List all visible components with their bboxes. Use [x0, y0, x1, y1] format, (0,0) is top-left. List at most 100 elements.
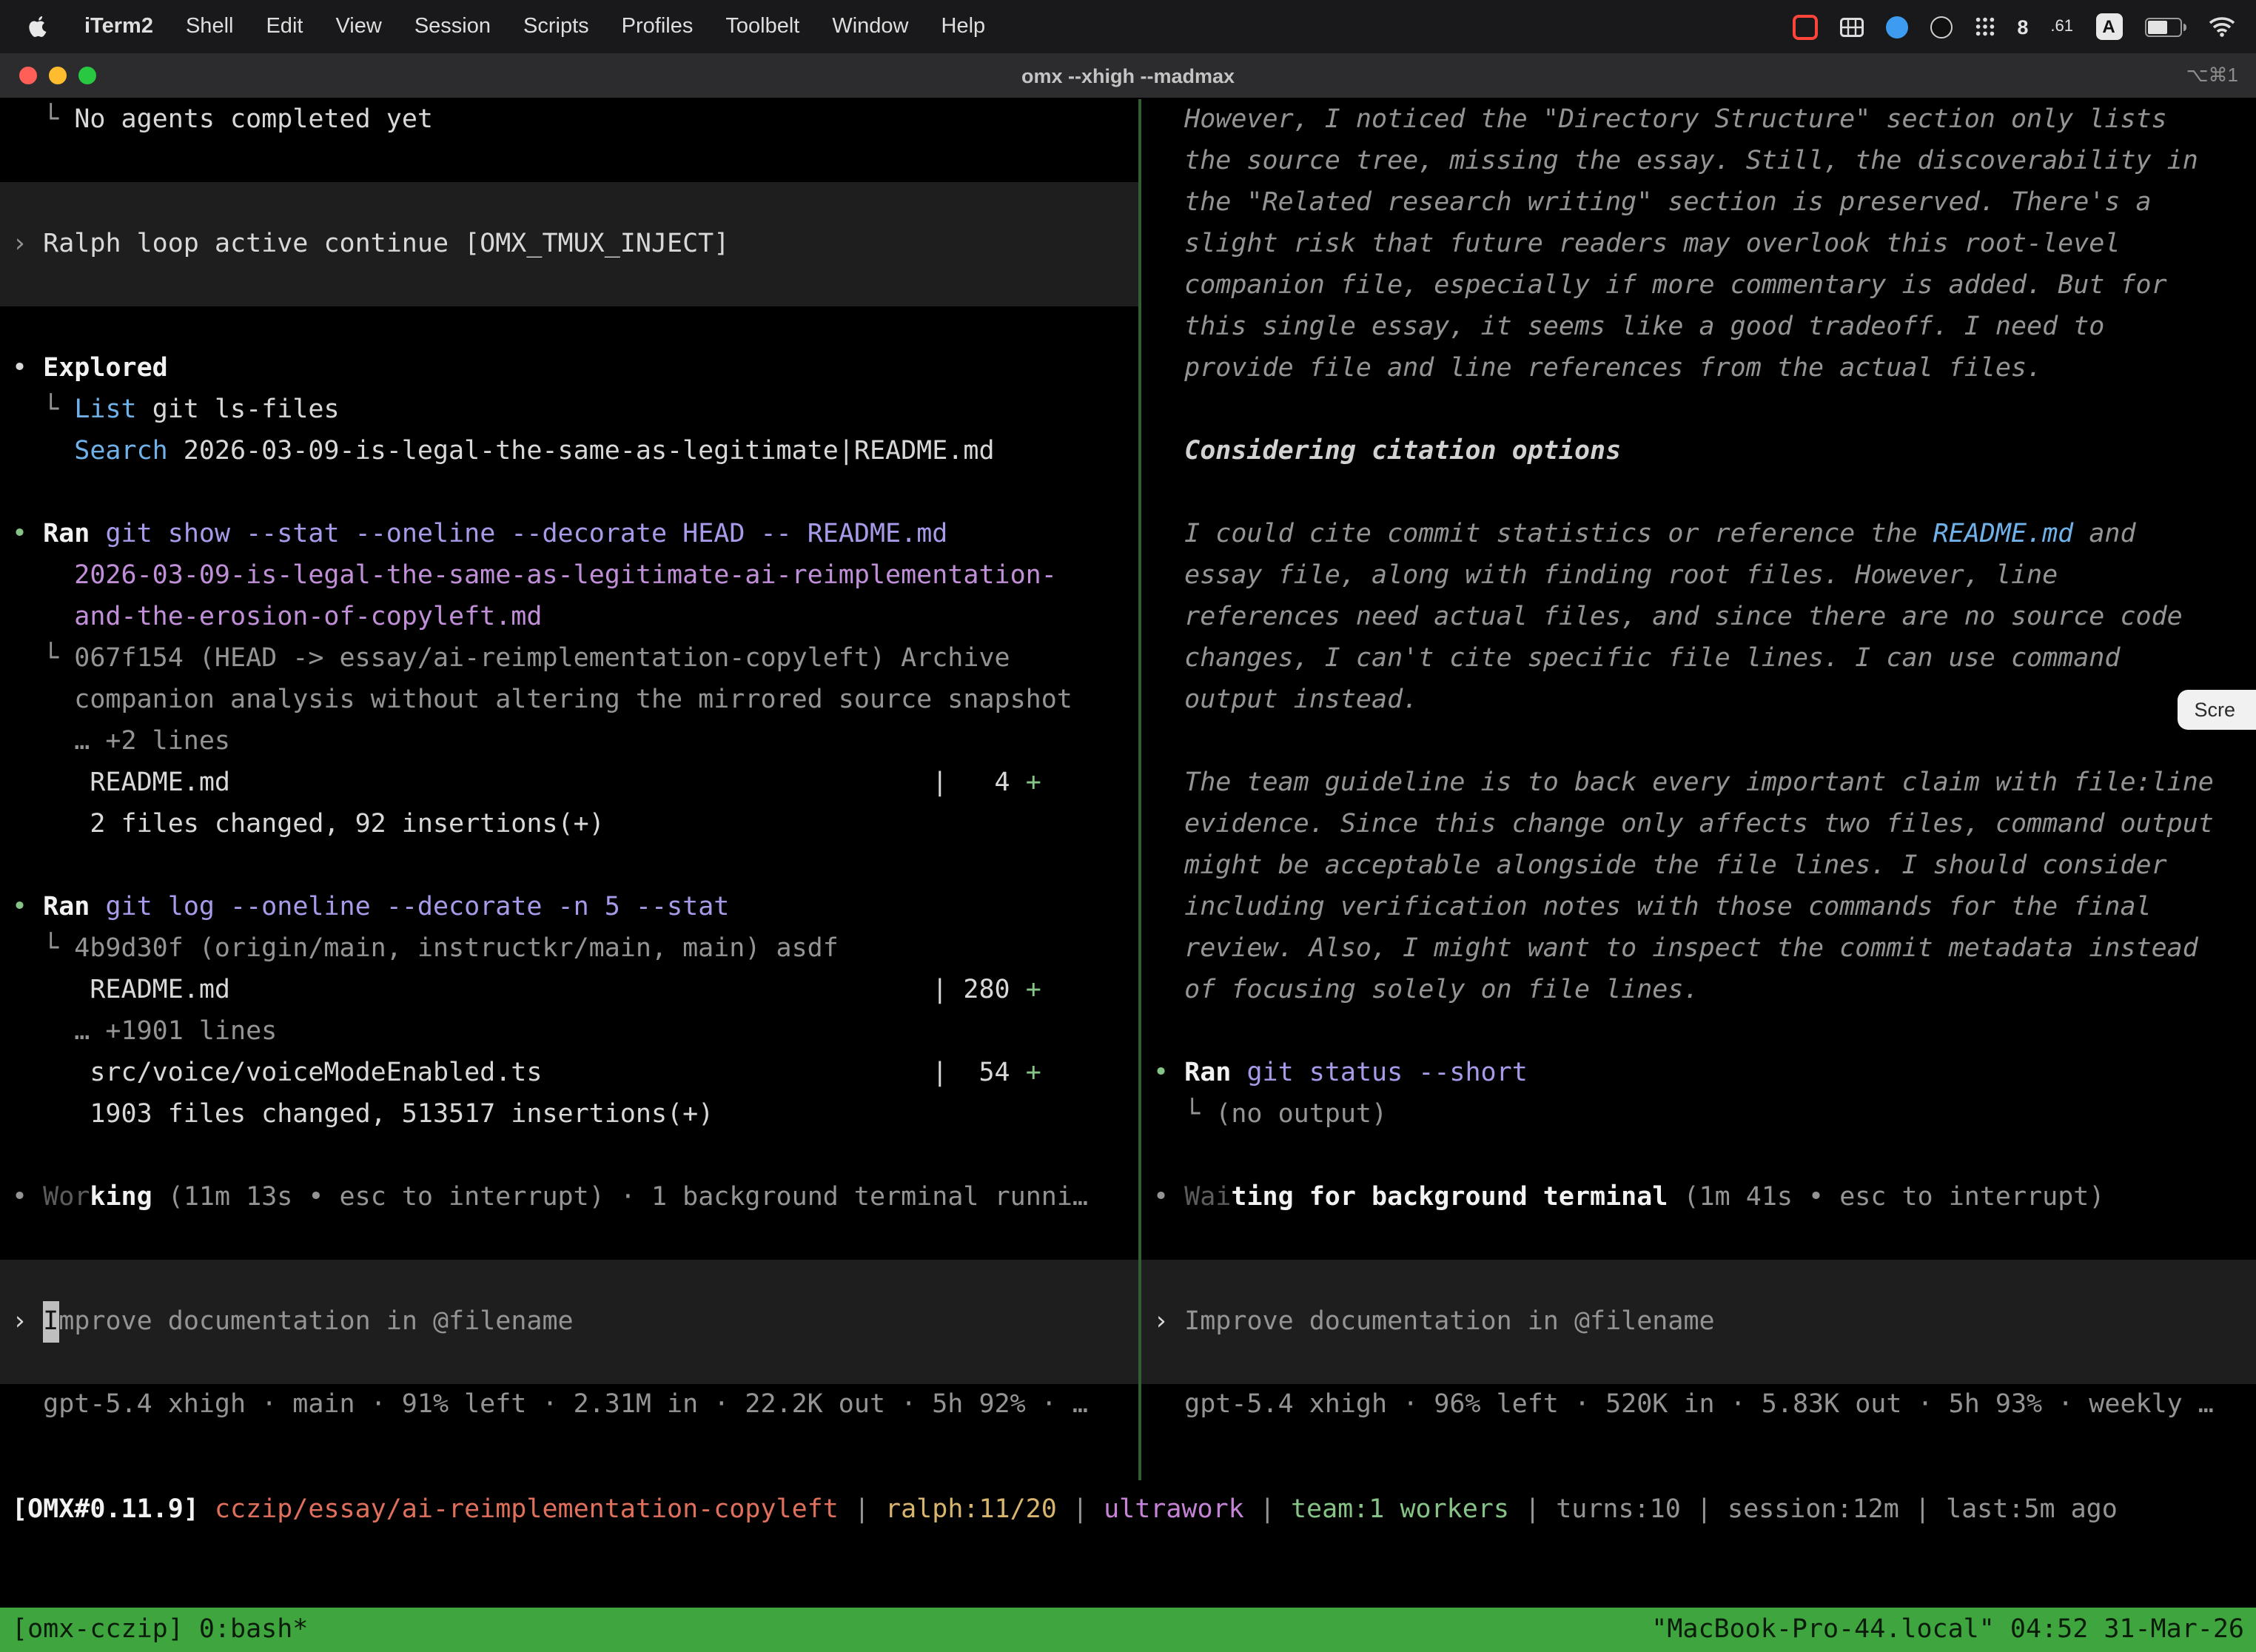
text-segment: Wor [43, 1183, 90, 1212]
omx-status-line: [OMX#0.11.9] cczip/essay/ai-reimplementa… [0, 1489, 2256, 1531]
text-segment: Considering citation options [1153, 437, 1621, 466]
terminal-pane-right[interactable]: However, I noticed the "Directory Struct… [1141, 99, 2256, 1480]
text-segment: Ran [43, 520, 105, 549]
text-segment: turns:10 [1556, 1495, 1681, 1525]
menu-shell[interactable]: Shell [169, 15, 250, 38]
app-grid-icon[interactable] [1974, 16, 1995, 37]
text-segment: Ran [43, 893, 105, 922]
session-status-line: gpt-5.4 xhigh · 96% left · 520K in · 5.8… [1141, 1384, 2256, 1426]
terminal-line: └ 067f154 (HEAD -> essay/ai-reimplementa… [0, 638, 1138, 679]
input-source-icon[interactable]: A [2095, 13, 2122, 40]
blank-line [1141, 472, 2256, 514]
text-segment: gpt-5.4 xhigh · main · 91% left · 2.31M … [12, 1390, 1088, 1420]
window-shortcut-hint: ⌥⌘1 [2186, 64, 2238, 87]
menubar-status-items: 8 .61 A [1792, 13, 2235, 40]
text-segment: [OMX#0.11.9] [12, 1495, 215, 1525]
text-segment: └ [12, 105, 74, 135]
wifi-icon[interactable] [2209, 16, 2235, 37]
text-segment: 2 files changed, 92 insertions(+) [12, 810, 605, 839]
zoom-button[interactable] [78, 67, 96, 84]
text-segment: gpt-5.4 xhigh · 96% left · 520K in · 5.8… [1153, 1390, 2214, 1420]
text-segment: README.md [1933, 520, 2074, 549]
menu-iterm2[interactable]: iTerm2 [68, 15, 169, 38]
text-segment: • [12, 893, 43, 922]
close-button[interactable] [19, 67, 37, 84]
blank-line [1141, 1011, 2256, 1052]
text-segment: No agents completed yet [74, 105, 433, 135]
terminal-line: references need actual files, and since … [1141, 597, 2256, 638]
text-segment: | [1509, 1495, 1556, 1525]
text-segment: + [1026, 1058, 1041, 1088]
tmux-session-label: [omx-cczip] 0:bash* [12, 1615, 308, 1645]
prompt-input[interactable]: › Improve documentation in @filename [0, 1260, 1138, 1384]
text-segment: src/voice/voiceModeEnabled.ts | 54 [12, 1058, 1026, 1088]
text-segment: session:12m [1728, 1495, 1899, 1525]
text-segment: Ran [1184, 1058, 1246, 1088]
injected-message[interactable]: › Ralph loop active continue [OMX_TMUX_I… [0, 182, 1138, 306]
terminal-area: └ No agents completed yet › Ralph loop ac… [0, 99, 2256, 1480]
text-segment: | [1899, 1495, 1946, 1525]
menu-scripts[interactable]: Scripts [507, 15, 605, 38]
recording-indicator-icon[interactable] [1792, 14, 1817, 39]
terminal-pane-left[interactable]: └ No agents completed yet › Ralph loop ac… [0, 99, 1138, 1480]
terminal-line: of focusing solely on file lines. [1141, 970, 2256, 1011]
menu-toolbelt[interactable]: Toolbelt [709, 15, 816, 38]
explored-header: • Explored [0, 348, 1138, 389]
text-segment: git status --short [1246, 1058, 1527, 1088]
text-segment: ralph:11/20 [885, 1495, 1057, 1525]
battery-icon[interactable] [2144, 17, 2186, 36]
prompt-input[interactable]: › Improve documentation in @filename [1141, 1260, 2256, 1384]
terminal-line: … +1901 lines [0, 1011, 1138, 1052]
text-segment: Search [12, 437, 168, 466]
text-cursor: I [43, 1301, 58, 1343]
battery-nub [2183, 23, 2186, 30]
blank-line [1141, 389, 2256, 431]
blank-line [1141, 1135, 2256, 1177]
window-grid-icon[interactable] [1839, 17, 1863, 36]
menu-window[interactable]: Window [816, 15, 924, 38]
terminal-line: README.md | 4 + [0, 762, 1138, 804]
menu-profiles[interactable]: Profiles [605, 15, 710, 38]
tool-call-line: • Ran git status --short [1141, 1052, 2256, 1094]
agents-status-line: └ No agents completed yet [0, 99, 1138, 141]
terminal-line: essay file, along with finding root file… [1141, 555, 2256, 597]
screen: iTerm2ShellEditViewSessionScriptsProfile… [0, 0, 2256, 1652]
terminal-line: README.md | 280 + [0, 970, 1138, 1011]
titlebar[interactable]: omx --xhigh --madmax ⌥⌘1 [0, 53, 2256, 99]
text-segment: └ 4b9d30f (origin/main, instructkr/main,… [12, 934, 839, 964]
screen-popover[interactable]: Scre [2178, 690, 2256, 730]
text-segment: 2026-03-09-is-legal-the-same-as-legitima… [12, 561, 1057, 591]
dark-circle-icon [1930, 16, 1952, 38]
terminal-line: src/voice/voiceModeEnabled.ts | 54 + [0, 1052, 1138, 1094]
blue-app-icon[interactable] [1885, 16, 1907, 38]
tool-call-line: • Ran git show --stat --oneline --decora… [0, 514, 1138, 555]
text-segment: companion analysis without altering the … [12, 685, 1072, 715]
apple-menu-icon[interactable] [21, 14, 53, 39]
terminal-line: Search 2026-03-09-is-legal-the-same-as-l… [0, 431, 1138, 472]
text-segment: and-the-erosion-of-copyleft.md [12, 602, 542, 632]
terminal-line: └ List git ls-files [0, 389, 1138, 431]
text-segment: › [12, 1301, 43, 1343]
terminal-line: └ (no output) [1141, 1094, 2256, 1135]
text-segment: The team guideline is to back every impo… [1153, 768, 2214, 798]
terminal-line: including verification notes with those … [1141, 887, 2256, 928]
digit-8-icon[interactable]: 8 [2017, 16, 2028, 38]
gauge-61-icon[interactable]: .61 [2050, 18, 2073, 36]
window-controls [19, 67, 96, 84]
terminal-line: and-the-erosion-of-copyleft.md [0, 597, 1138, 638]
blank-line [1141, 1218, 2256, 1260]
text-segment: ting for background terminal [1231, 1183, 1668, 1212]
terminal-line: 1903 files changed, 513517 insertions(+) [0, 1094, 1138, 1135]
text-segment: • [12, 354, 43, 383]
text-segment: the source tree, missing the essay. Stil… [1153, 147, 2198, 176]
menu-view[interactable]: View [319, 15, 397, 38]
menu-help[interactable]: Help [925, 15, 1002, 38]
circle-app-icon[interactable] [1930, 16, 1952, 38]
terminal-line: companion analysis without altering the … [0, 679, 1138, 721]
menubar: iTerm2ShellEditViewSessionScriptsProfile… [0, 0, 2256, 53]
window-title: omx --xhigh --madmax [0, 64, 2256, 87]
tmux-status-bar: [omx-cczip] 0:bash* "MacBook-Pro-44.loca… [0, 1608, 2256, 1652]
menu-edit[interactable]: Edit [249, 15, 319, 38]
minimize-button[interactable] [49, 67, 67, 84]
menu-session[interactable]: Session [398, 15, 507, 38]
